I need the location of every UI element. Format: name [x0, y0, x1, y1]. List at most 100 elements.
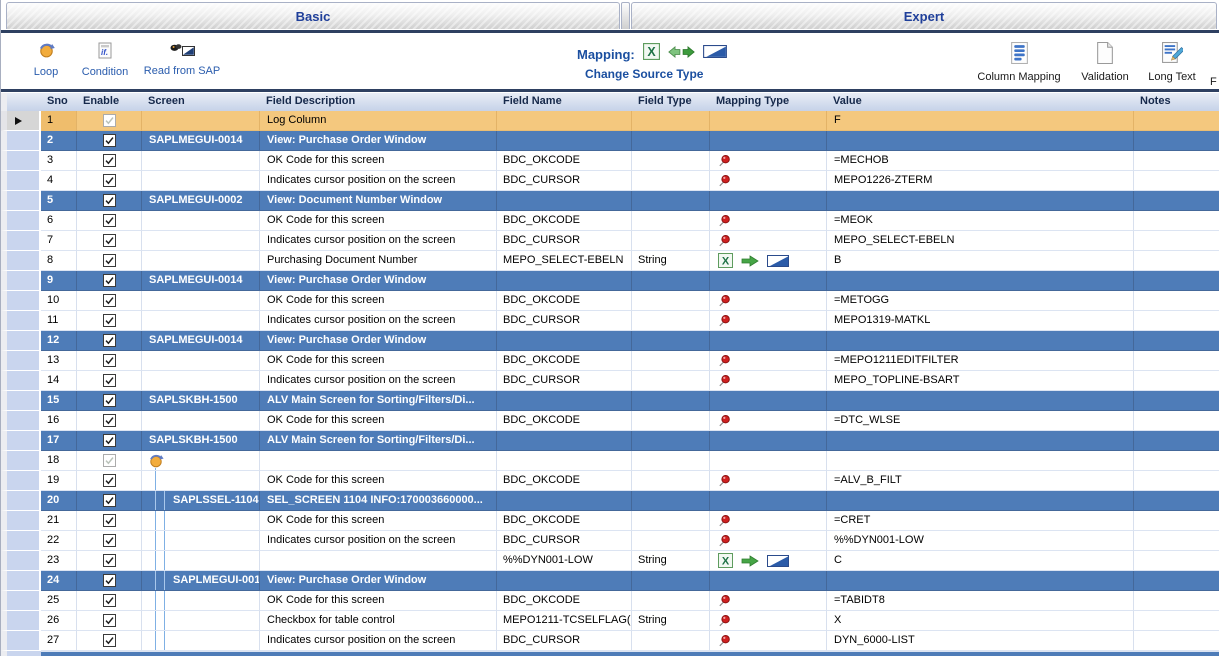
mapping-type-cell[interactable] [710, 351, 827, 371]
notes-cell[interactable] [1134, 391, 1219, 411]
notes-cell[interactable] [1134, 371, 1219, 391]
field-type-cell[interactable] [632, 451, 710, 471]
field-name-cell[interactable]: BDC_OKCODE [497, 591, 632, 611]
mapping-type-cell[interactable] [710, 371, 827, 391]
row-selector[interactable] [1, 391, 41, 411]
column-header-sno[interactable]: Sno [41, 93, 77, 111]
enable-checkbox[interactable] [103, 154, 116, 167]
field-description-cell[interactable]: OK Code for this screen [260, 211, 497, 231]
screen-cell[interactable] [142, 111, 260, 131]
field-type-cell[interactable] [632, 491, 710, 511]
notes-cell[interactable] [1134, 291, 1219, 311]
screen-cell[interactable]: SAPLSKBH-1500 [142, 391, 260, 411]
change-source-type-link[interactable]: Change Source Type [585, 67, 703, 81]
field-type-cell[interactable] [632, 431, 710, 451]
field-name-cell[interactable]: MEPO1211-TCSELFLAG(... [497, 611, 632, 631]
field-name-cell[interactable]: MEPO_SELECT-EBELN [497, 251, 632, 271]
value-cell[interactable]: B [827, 251, 1134, 271]
mapping-type-cell[interactable] [710, 571, 827, 591]
value-cell[interactable] [827, 131, 1134, 151]
field-type-cell[interactable] [632, 111, 710, 131]
enable-checkbox[interactable] [103, 174, 116, 187]
column-header-value[interactable]: Value [827, 93, 1134, 111]
field-description-cell[interactable]: Indicates cursor position on the screen [260, 311, 497, 331]
sno-cell[interactable]: 13 [41, 351, 77, 371]
sno-cell[interactable]: 25 [41, 591, 77, 611]
field-type-cell[interactable] [632, 311, 710, 331]
field-name-cell[interactable]: BDC_CURSOR [497, 631, 632, 651]
value-cell[interactable]: =TABIDT8 [827, 591, 1134, 611]
screen-cell[interactable]: SAPLMEGUI-0014 [142, 271, 260, 291]
mapping-type-cell[interactable] [710, 271, 827, 291]
notes-cell[interactable] [1134, 491, 1219, 511]
tab-expert[interactable]: Expert [631, 2, 1217, 29]
sno-cell[interactable]: 10 [41, 291, 77, 311]
value-cell[interactable]: =MECHOB [827, 151, 1134, 171]
value-cell[interactable]: MEPO_TOPLINE-BSART [827, 371, 1134, 391]
value-cell[interactable] [827, 391, 1134, 411]
field-type-cell[interactable] [632, 211, 710, 231]
field-description-cell[interactable]: Purchasing Document Number [260, 251, 497, 271]
sno-cell[interactable]: 19 [41, 471, 77, 491]
notes-cell[interactable] [1134, 571, 1219, 591]
screen-cell[interactable] [142, 591, 260, 611]
notes-cell[interactable] [1134, 311, 1219, 331]
column-header-notes[interactable]: Notes [1134, 93, 1219, 111]
field-description-cell[interactable]: OK Code for this screen [260, 511, 497, 531]
value-cell[interactable]: DYN_6000-LIST [827, 631, 1134, 651]
value-cell[interactable] [827, 451, 1134, 471]
mapping-type-cell[interactable] [710, 191, 827, 211]
loop-button[interactable]: Loop [23, 42, 69, 78]
value-cell[interactable]: =MEOK [827, 211, 1134, 231]
row-selector[interactable] [1, 611, 41, 631]
row-selector[interactable] [1, 171, 41, 191]
field-type-cell[interactable]: String [632, 551, 710, 571]
field-description-cell[interactable]: ALV Main Screen for Sorting/Filters/Di..… [260, 431, 497, 451]
field-description-cell[interactable]: Indicates cursor position on the screen [260, 631, 497, 651]
field-name-cell[interactable]: BDC_CURSOR [497, 311, 632, 331]
field-name-cell[interactable]: BDC_OKCODE [497, 351, 632, 371]
screen-cell[interactable] [142, 451, 260, 471]
sno-cell[interactable]: 17 [41, 431, 77, 451]
field-name-cell[interactable]: BDC_OKCODE [497, 471, 632, 491]
screen-cell[interactable] [142, 151, 260, 171]
value-cell[interactable]: X [827, 611, 1134, 631]
field-description-cell[interactable]: View: Purchase Order Window [260, 331, 497, 351]
field-name-cell[interactable] [497, 191, 632, 211]
row-selector[interactable] [1, 231, 41, 251]
screen-cell[interactable] [142, 511, 260, 531]
field-type-cell[interactable]: String [632, 251, 710, 271]
enable-checkbox[interactable] [103, 254, 116, 267]
column-header-mapping-type[interactable]: Mapping Type [710, 93, 827, 111]
value-cell[interactable]: F [827, 111, 1134, 131]
enable-checkbox[interactable] [103, 494, 116, 507]
mapping-type-cell[interactable] [710, 171, 827, 191]
notes-cell[interactable] [1134, 451, 1219, 471]
tab-basic[interactable]: Basic [6, 2, 620, 29]
field-name-cell[interactable] [497, 331, 632, 351]
notes-cell[interactable] [1134, 431, 1219, 451]
enable-checkbox[interactable] [103, 414, 116, 427]
screen-cell[interactable] [142, 171, 260, 191]
mapping-type-cell[interactable] [710, 311, 827, 331]
value-cell[interactable]: =METOGG [827, 291, 1134, 311]
field-type-cell[interactable]: String [632, 611, 710, 631]
screen-cell[interactable] [142, 231, 260, 251]
sno-cell[interactable]: 1 [41, 111, 77, 131]
notes-cell[interactable] [1134, 271, 1219, 291]
enable-checkbox[interactable] [103, 374, 116, 387]
row-selector[interactable] [1, 211, 41, 231]
notes-cell[interactable] [1134, 151, 1219, 171]
notes-cell[interactable] [1134, 471, 1219, 491]
sno-cell[interactable]: 14 [41, 371, 77, 391]
field-description-cell[interactable]: Indicates cursor position on the screen [260, 531, 497, 551]
enable-checkbox[interactable] [103, 134, 116, 147]
field-type-cell[interactable] [632, 291, 710, 311]
sno-cell[interactable]: 20 [41, 491, 77, 511]
screen-cell[interactable] [142, 531, 260, 551]
screen-cell[interactable]: SAPLSKBH-1500 [142, 431, 260, 451]
column-header-field-name[interactable]: Field Name [497, 93, 632, 111]
notes-cell[interactable] [1134, 411, 1219, 431]
sno-cell[interactable]: 11 [41, 311, 77, 331]
row-selector[interactable] [1, 511, 41, 531]
